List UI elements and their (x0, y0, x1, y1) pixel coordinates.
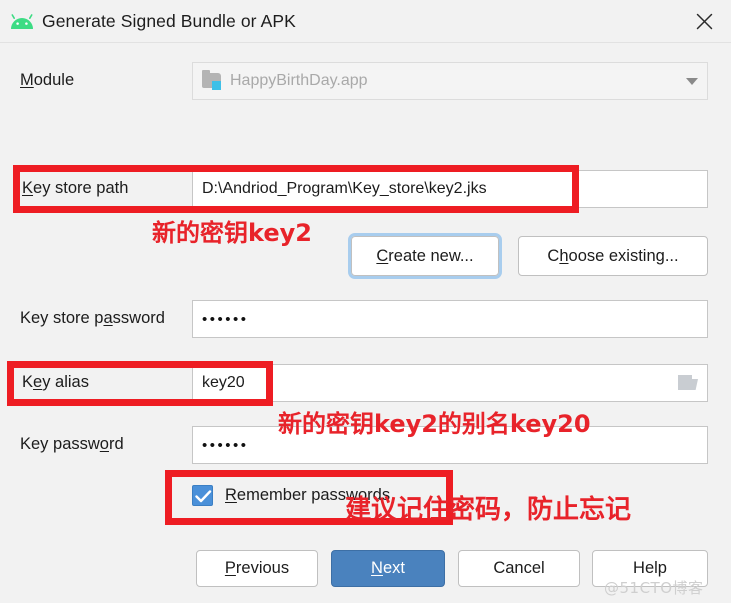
previous-mnemonic: P (224, 559, 236, 577)
choose-existing-label-prefix: C (547, 246, 560, 265)
chevron-down-icon[interactable] (686, 77, 698, 85)
key-alias-label: Key alias (22, 373, 89, 392)
folder-icon[interactable] (678, 375, 698, 391)
help-label: Help (633, 559, 667, 577)
key-store-password-label-prefix: Key store p (20, 309, 104, 327)
key-store-path-value: D:\Andriod_Program\Key_store\key2.jks (202, 180, 487, 197)
key-store-password-label-rest: ssword (112, 309, 165, 327)
choose-existing-mnemonic: h (559, 246, 569, 265)
key-password-mnemonic: o (99, 435, 109, 453)
key-alias-input[interactable]: key20 (192, 364, 708, 402)
close-icon[interactable] (689, 6, 719, 36)
cancel-button[interactable]: Cancel (458, 550, 580, 587)
key-store-path-label-mnemonic: K (22, 179, 34, 197)
watermark: @51CTO博客 (604, 579, 704, 597)
folder-icon (202, 69, 222, 90)
key-store-path-label: Key store path (22, 179, 128, 198)
create-new-mnemonic: C (376, 246, 389, 265)
key-store-password-value: •••••• (202, 310, 249, 328)
create-new-label: reate new... (388, 246, 474, 265)
key-store-password-label: Key store p a ssword (20, 309, 165, 328)
annotation-remember-passwords: 建议记住密码，防止忘记 (345, 495, 632, 525)
create-new-button[interactable]: Create new... (348, 233, 502, 279)
title-bar: Generate Signed Bundle or APK (0, 0, 731, 43)
remember-passwords-checkbox[interactable] (192, 485, 213, 506)
remember-passwords-mnemonic: R (225, 486, 237, 504)
key-store-path-label-text: ey store path (33, 179, 129, 197)
module-combobox[interactable]: HappyBirthDay.app (192, 62, 708, 100)
next-mnemonic: N (371, 559, 383, 577)
key-store-password-input[interactable]: •••••• (192, 300, 708, 338)
choose-existing-button[interactable]: Ch oose existing... (518, 236, 708, 276)
module-label: Module (20, 71, 75, 89)
key-password-label-rest: rd (108, 435, 124, 453)
module-value: HappyBirthDay.app (230, 72, 368, 89)
key-password-label-prefix: Key passw (20, 435, 100, 453)
next-label: ext (382, 559, 405, 577)
key-password-label: Key passw o rd (20, 435, 124, 454)
cancel-label: Cancel (493, 559, 545, 577)
annotation-key2: 新的密钥key2 (152, 219, 312, 247)
key-password-value: •••••• (202, 436, 249, 454)
key-alias-label-prefix: K (22, 373, 34, 391)
next-button[interactable]: Next (331, 550, 445, 587)
previous-button[interactable]: Previous (196, 550, 318, 587)
key-alias-label-rest: y alias (42, 373, 89, 391)
key-alias-mnemonic: e (33, 373, 43, 391)
annotation-key-alias: 新的密钥key2的别名key20 (278, 410, 591, 438)
key-store-password-mnemonic: a (103, 309, 113, 327)
key-store-path-input[interactable]: D:\Andriod_Program\Key_store\key2.jks (192, 170, 708, 208)
key-alias-value: key20 (202, 374, 245, 391)
previous-label: revious (235, 559, 290, 577)
android-icon (9, 8, 35, 34)
window-title: Generate Signed Bundle or APK (42, 10, 296, 31)
choose-existing-label: oose existing... (568, 246, 679, 265)
